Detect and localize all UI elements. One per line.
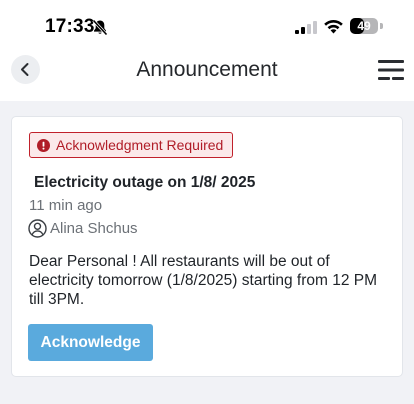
- battery-level: 49: [357, 19, 371, 33]
- bell-muted-icon: [92, 19, 108, 36]
- signal-icon: [295, 21, 317, 34]
- status-time: 17:33: [45, 16, 95, 37]
- author-name: Alina Shchus: [50, 219, 138, 237]
- app-header: 17:33 49 Announcement: [0, 0, 414, 101]
- status-bar: 17:33 49: [0, 0, 414, 50]
- announcement-title: Electricity outage on 1/8/ 2025: [34, 174, 256, 191]
- timestamp: 11 min ago: [29, 197, 103, 214]
- alert-icon: [37, 138, 50, 152]
- acknowledge-button[interactable]: Acknowledge: [28, 324, 153, 361]
- battery-cap: [380, 23, 383, 29]
- status-badge: Acknowledgment Required: [29, 132, 234, 158]
- page-title: Announcement: [136, 58, 278, 81]
- battery-icon: 49: [350, 18, 378, 34]
- author-row: Alina Shchus: [28, 218, 138, 238]
- badge-label: Acknowledgment Required: [56, 137, 224, 153]
- user-icon: [28, 218, 47, 238]
- menu-icon[interactable]: [378, 59, 404, 81]
- wifi-icon: [324, 19, 343, 34]
- announcement-body: Dear Personal ! All restaurants will be …: [29, 253, 378, 308]
- announcement-card: Acknowledgment Required Electricity outa…: [11, 116, 403, 377]
